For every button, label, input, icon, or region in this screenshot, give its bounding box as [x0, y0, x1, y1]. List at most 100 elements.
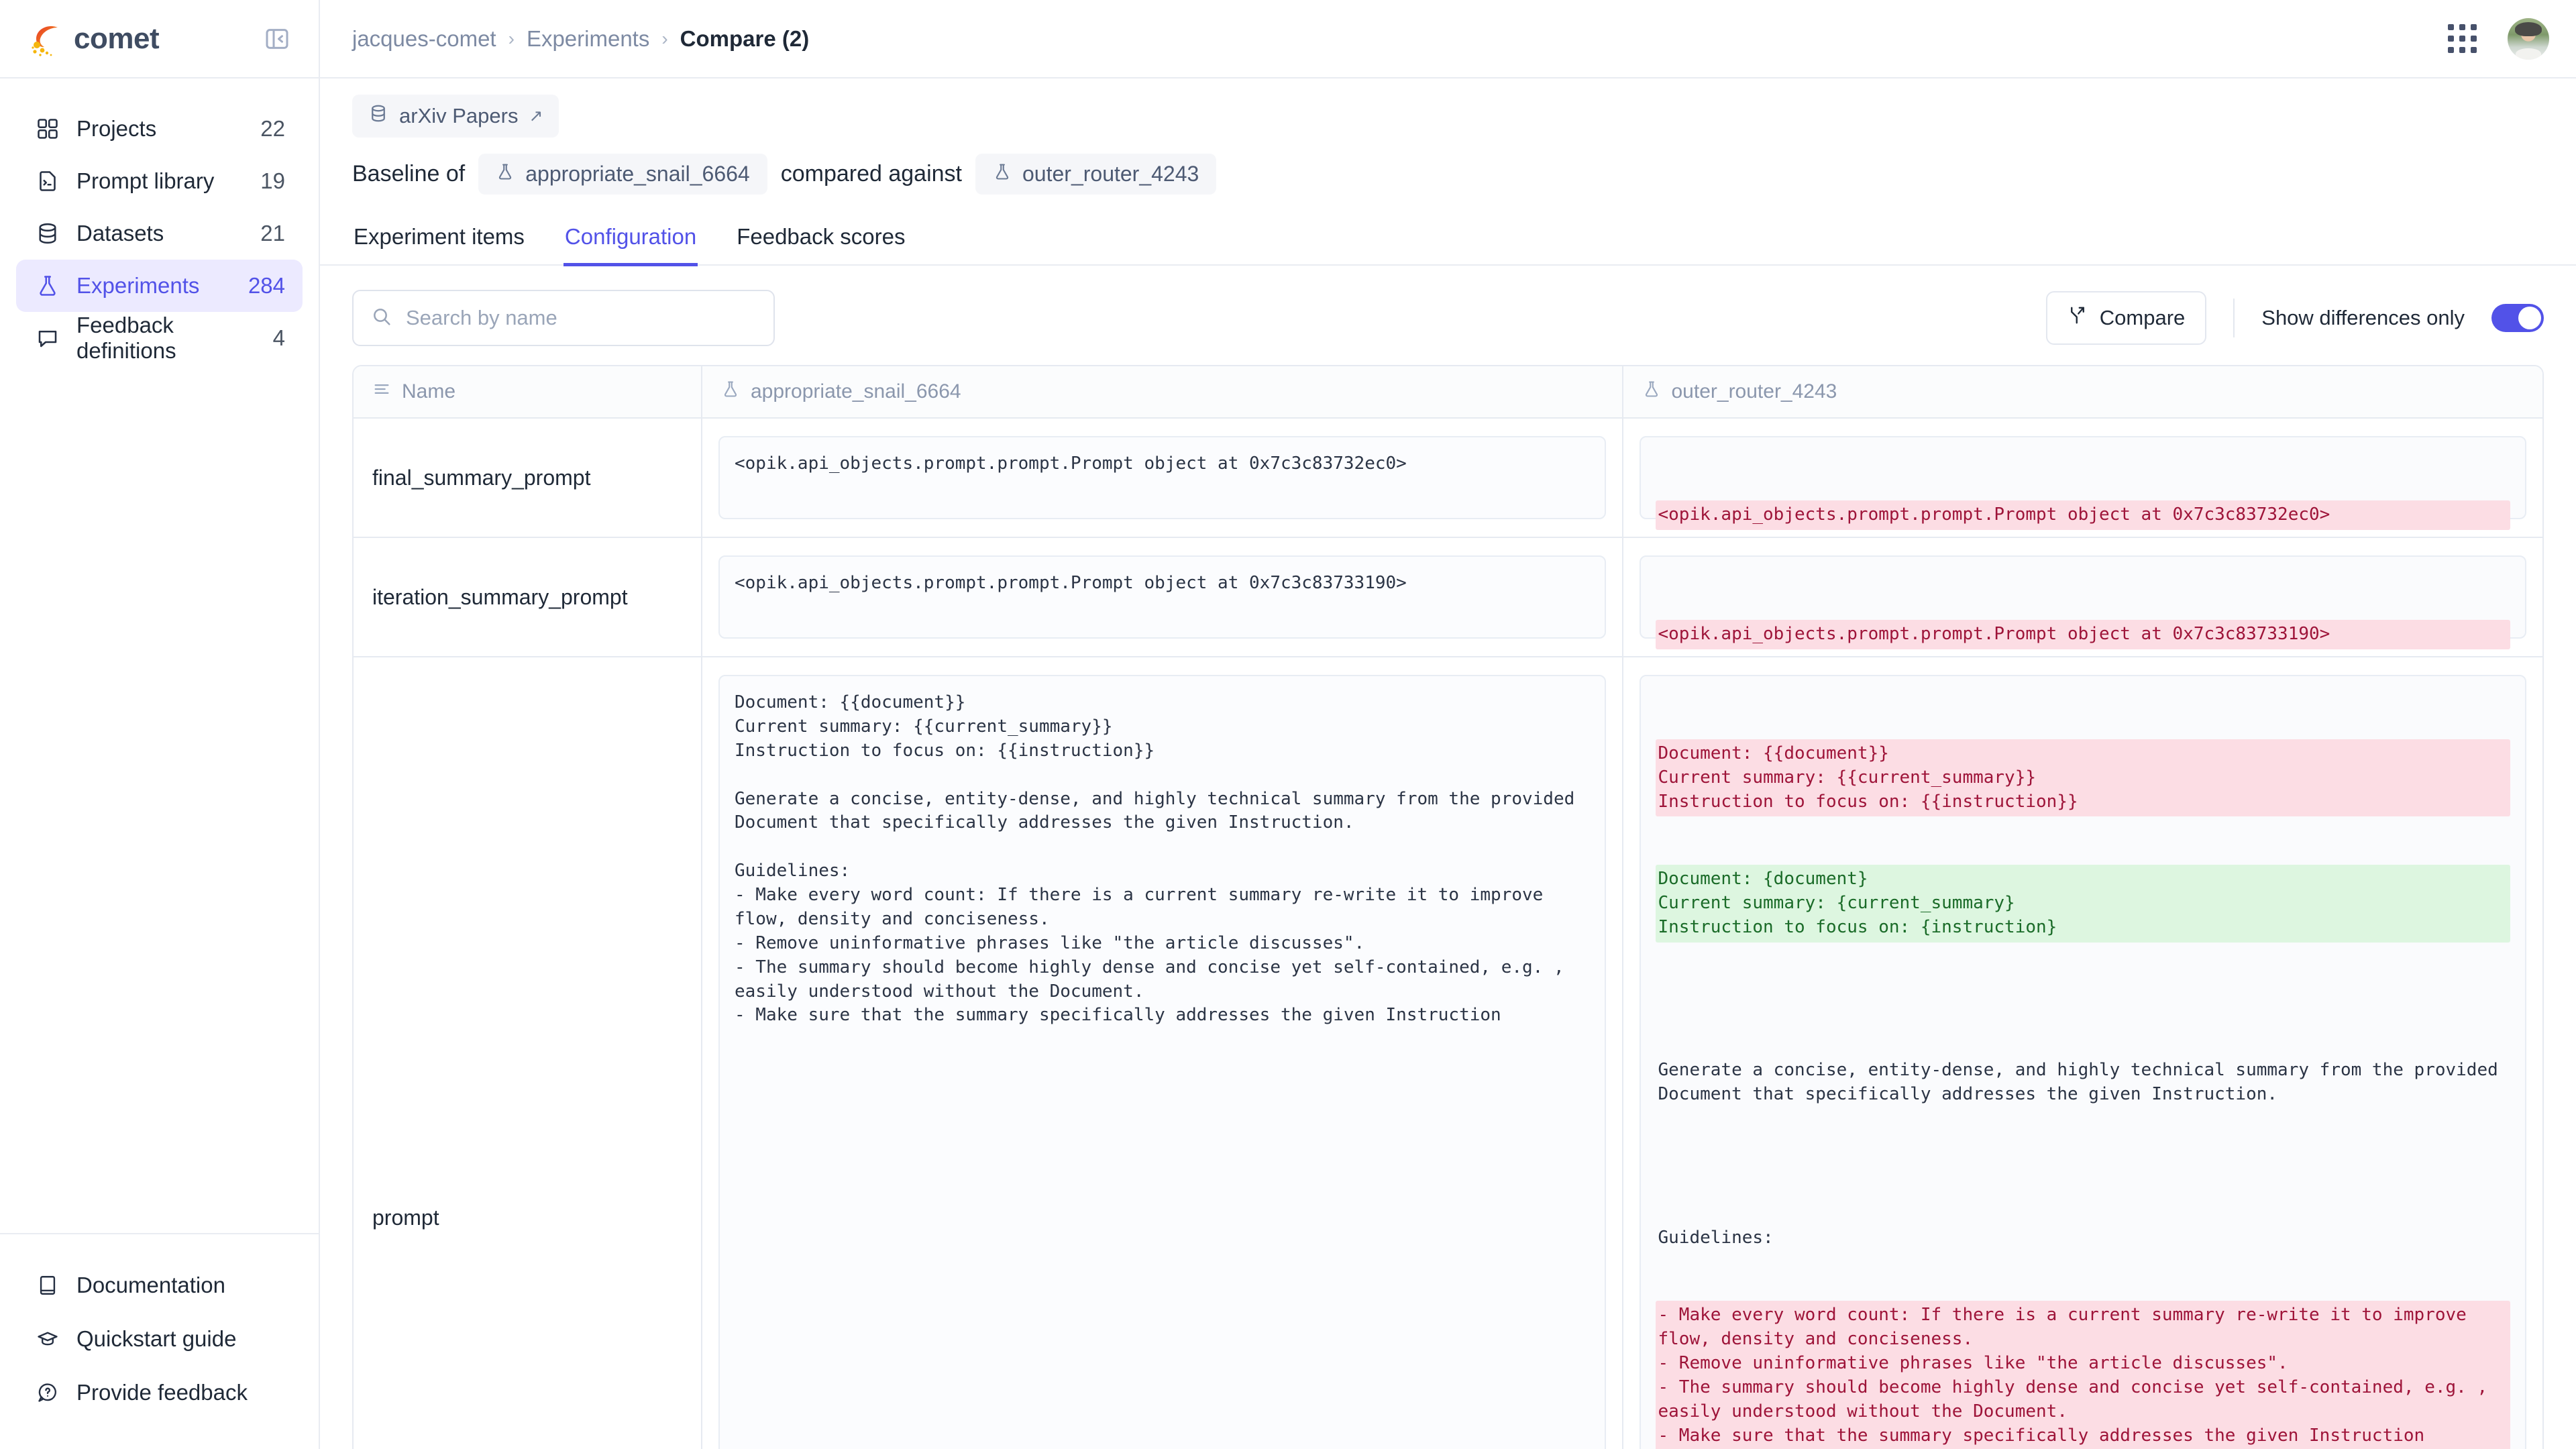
- baseline-value: <opik.api_objects.prompt.prompt.Prompt o…: [718, 555, 1606, 639]
- sidebar-item-provide-feedback[interactable]: Provide feedback: [16, 1366, 303, 1419]
- breadcrumb-separator: ›: [508, 28, 515, 49]
- sidebar-nav: Projects 22 Prompt library 19 Datasets 2…: [0, 78, 319, 364]
- row-name: iteration_summary_prompt: [354, 538, 702, 656]
- tab-feedback-scores[interactable]: Feedback scores: [735, 217, 906, 266]
- sidebar-item-experiments[interactable]: Experiments 284: [16, 260, 303, 312]
- database-icon: [34, 219, 62, 248]
- main-area: jacques-comet › Experiments › Compare (2…: [320, 0, 2576, 1449]
- breadcrumb-current: Compare (2): [680, 25, 810, 51]
- diff-context-line: Guidelines:: [1658, 1227, 1774, 1248]
- configuration-table-wrap: Name appropriate_snail_6664 outer_router…: [320, 346, 2576, 1449]
- sidebar-item-label: Projects: [76, 116, 157, 141]
- database-icon: [368, 103, 388, 129]
- dataset-chip-label: arXiv Papers: [399, 104, 519, 127]
- diff-blank-line: [1656, 1158, 2511, 1175]
- row-baseline-cell: Document: {{document}} Current summary: …: [702, 657, 1623, 1449]
- sidebar: comet Projects 22 Prompt library 19 Data…: [0, 0, 320, 1449]
- diff-removed-line: <opik.api_objects.prompt.prompt.Prompt o…: [1655, 619, 2510, 649]
- show-differences-label: Show differences only: [2261, 306, 2465, 329]
- column-header-name[interactable]: Name: [354, 366, 702, 417]
- compare-button-label: Compare: [2099, 306, 2186, 329]
- diff-blank-line: [1656, 991, 2511, 1008]
- sidebar-item-count: 284: [248, 273, 285, 298]
- flask-icon: [34, 272, 62, 300]
- avatar[interactable]: [2508, 17, 2549, 60]
- show-differences-toggle[interactable]: [2491, 304, 2544, 332]
- candidate-experiment-chip[interactable]: outer_router_4243: [975, 154, 1217, 195]
- column-header-label: appropriate_snail_6664: [751, 380, 961, 402]
- sidebar-item-label: Experiments: [76, 273, 200, 298]
- table-row: prompt Document: {{document}} Current su…: [354, 657, 2542, 1449]
- column-header-baseline[interactable]: appropriate_snail_6664: [702, 366, 1623, 417]
- topbar: jacques-comet › Experiments › Compare (2…: [320, 0, 2576, 78]
- candidate-diff: <opik.api_objects.prompt.prompt.Prompt o…: [1639, 555, 2526, 727]
- sidebar-item-count: 21: [260, 221, 285, 246]
- page-content: arXiv Papers ↗ Baseline of appropriate_s…: [320, 78, 2576, 1449]
- graduation-cap-icon: [34, 1325, 62, 1353]
- diff-context-line: Generate a concise, entity-dense, and hi…: [1658, 1060, 2509, 1105]
- flask-icon: [496, 162, 515, 186]
- branch-compare-icon: [2068, 305, 2088, 331]
- sidebar-item-documentation[interactable]: Documentation: [16, 1258, 303, 1312]
- diff-removed-line: <opik.api_objects.prompt.prompt.Prompt o…: [1655, 500, 2510, 530]
- column-header-label: Name: [402, 380, 456, 402]
- row-name: final_summary_prompt: [354, 419, 702, 537]
- sidebar-item-datasets[interactable]: Datasets 21: [16, 207, 303, 260]
- tab-experiment-items[interactable]: Experiment items: [352, 217, 526, 266]
- brand[interactable]: comet: [28, 21, 160, 57]
- search-icon: [371, 306, 392, 331]
- column-header-candidate[interactable]: outer_router_4243: [1623, 366, 2543, 417]
- search-placeholder: Search by name: [406, 306, 557, 329]
- tab-configuration[interactable]: Configuration: [563, 217, 698, 266]
- external-link-icon: ↗: [529, 107, 543, 125]
- baseline-experiment-label: appropriate_snail_6664: [525, 162, 750, 186]
- sidebar-item-count: 4: [272, 325, 285, 350]
- candidate-diff: Document: {{document}} Current summary: …: [1639, 675, 2526, 1449]
- grid-icon: [34, 115, 62, 143]
- sidebar-item-feedback-definitions[interactable]: Feedback definitions 4: [16, 312, 303, 364]
- compare-button[interactable]: Compare: [2045, 291, 2207, 345]
- sidebar-collapse-icon[interactable]: [264, 25, 290, 52]
- dataset-row: arXiv Papers ↗: [320, 78, 2576, 138]
- baseline-value: <opik.api_objects.prompt.prompt.Prompt o…: [718, 436, 1606, 519]
- candidate-experiment-label: outer_router_4243: [1022, 162, 1199, 186]
- sidebar-item-label: Quickstart guide: [76, 1326, 237, 1351]
- sidebar-item-label: Feedback definitions: [76, 313, 176, 363]
- list-icon: [372, 380, 391, 404]
- sidebar-item-count: 19: [260, 168, 285, 193]
- baseline-experiment-chip[interactable]: appropriate_snail_6664: [478, 154, 767, 195]
- column-header-label: outer_router_4243: [1671, 380, 1837, 402]
- breadcrumb-separator: ›: [661, 28, 668, 49]
- sidebar-item-projects[interactable]: Projects 22: [16, 103, 303, 155]
- baseline-value: Document: {{document}} Current summary: …: [718, 675, 1606, 1449]
- flask-icon: [993, 162, 1012, 186]
- row-name: prompt: [354, 657, 702, 1449]
- diff-removed-line: Document: {{document}} Current summary: …: [1655, 739, 2510, 817]
- sidebar-item-quickstart-guide[interactable]: Quickstart guide: [16, 1312, 303, 1366]
- sidebar-item-prompt-library[interactable]: Prompt library 19: [16, 155, 303, 207]
- diff-added-line: Document: {document} Current summary: {c…: [1655, 865, 2510, 943]
- row-baseline-cell: <opik.api_objects.prompt.prompt.Prompt o…: [702, 538, 1623, 656]
- toolbar: Search by name Compare Show differences …: [320, 266, 2576, 346]
- tab-bar: Experiment items Configuration Feedback …: [320, 217, 2576, 266]
- breadcrumb-workspace[interactable]: jacques-comet: [352, 26, 496, 52]
- book-icon: [34, 1271, 62, 1299]
- search-input[interactable]: Search by name: [352, 290, 775, 346]
- dataset-chip[interactable]: arXiv Papers ↗: [352, 95, 559, 138]
- diff-removed-line: - Make every word count: If there is a c…: [1655, 1301, 2510, 1449]
- sidebar-item-count: 22: [260, 116, 285, 141]
- configuration-table: Name appropriate_snail_6664 outer_router…: [352, 365, 2544, 1449]
- compared-against-label: compared against: [780, 161, 962, 186]
- sidebar-item-label: Datasets: [76, 221, 164, 246]
- comment-icon: [34, 324, 62, 352]
- grid-apps-icon[interactable]: [2448, 24, 2477, 53]
- row-candidate-cell: <opik.api_objects.prompt.prompt.Prompt o…: [1623, 538, 2543, 727]
- sidebar-item-label: Provide feedback: [76, 1380, 248, 1405]
- sidebar-item-label: Documentation: [76, 1273, 225, 1297]
- breadcrumb-experiments[interactable]: Experiments: [527, 26, 649, 52]
- candidate-diff: <opik.api_objects.prompt.prompt.Prompt o…: [1639, 436, 2526, 608]
- table-row: final_summary_prompt <opik.api_objects.p…: [354, 419, 2542, 608]
- topbar-actions: [2448, 17, 2549, 60]
- brand-name: comet: [74, 21, 160, 55]
